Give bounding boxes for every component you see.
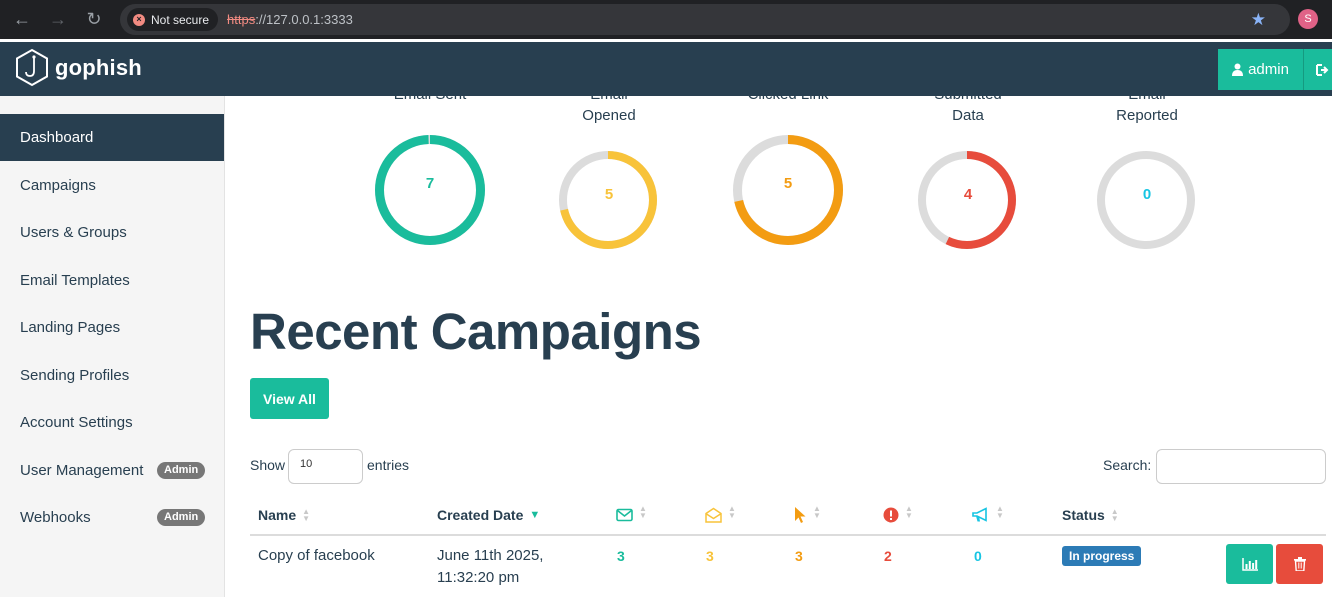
sidebar-item-dashboard[interactable]: Dashboard	[0, 114, 224, 161]
column-header-reported[interactable]: ▲ ▼	[972, 505, 1004, 523]
clicked-count: 3	[795, 548, 803, 564]
column-header-sent[interactable]: ▲ ▼	[616, 505, 647, 522]
reload-icon[interactable]: ↻	[76, 0, 112, 39]
stat-value-email-sent: 7	[425, 175, 435, 192]
admin-badge: Admin	[157, 509, 206, 526]
trash-icon	[1293, 557, 1306, 571]
sidebar-item-label: Users & Groups	[20, 224, 127, 241]
sidebar-item-account-settings[interactable]: Account Settings	[0, 399, 224, 446]
table-header-divider	[250, 534, 1326, 536]
security-label: Not secure	[151, 12, 210, 27]
sort-icon: ▲ ▼	[996, 504, 1004, 520]
delete-campaign-button[interactable]	[1276, 544, 1323, 584]
sort-icon: ▲ ▼	[302, 507, 311, 523]
column-header-clicked[interactable]: ▲ ▼	[793, 505, 821, 524]
stat-value-clicked-link: 5	[783, 175, 793, 192]
stat-value-email-reported: 0	[1142, 186, 1152, 203]
search-label: Search:	[1103, 457, 1152, 473]
security-chip[interactable]: × Not secure	[127, 8, 219, 31]
sort-icon: ▲ ▼	[905, 504, 913, 520]
status-badge: In progress	[1062, 546, 1142, 566]
sort-icon: ▲ ▼	[728, 504, 736, 520]
sort-desc-icon: ▼	[529, 508, 541, 521]
user-icon	[1232, 63, 1244, 76]
view-results-button[interactable]	[1226, 544, 1273, 584]
url-protocol: https	[227, 12, 256, 27]
reported-count: 0	[974, 548, 982, 564]
user-label: admin	[1248, 61, 1289, 78]
bullhorn-icon	[972, 507, 987, 522]
url-text[interactable]: https://127.0.0.1:3333	[227, 12, 353, 27]
sidebar-item-label: Campaigns	[20, 177, 96, 194]
sidebar-item-landing-pages[interactable]: Landing Pages	[0, 304, 224, 351]
show-label: Show	[250, 457, 286, 473]
hook-logo-icon	[16, 48, 48, 87]
stat-value-email-opened: 5	[604, 186, 614, 203]
opened-count: 3	[706, 548, 714, 564]
not-secure-icon: ×	[133, 13, 145, 26]
search-input[interactable]	[1156, 449, 1326, 484]
stat-value-submitted-data: 4	[963, 186, 973, 203]
brand-logo[interactable]: gophish	[14, 47, 142, 89]
forward-icon[interactable]: →	[40, 0, 76, 39]
sidebar-item-label: Landing Pages	[20, 319, 121, 336]
entries-label: entries	[367, 457, 410, 473]
bookmark-star-icon[interactable]: ★	[1251, 10, 1266, 30]
entries-select[interactable]: 10	[288, 449, 363, 484]
column-header-created-date[interactable]: Created Date ▼	[437, 507, 540, 523]
user-menu-button[interactable]: admin	[1218, 49, 1304, 90]
sidebar-item-webhooks[interactable]: Webhooks Admin	[0, 494, 224, 541]
brand-name: gophish	[55, 55, 142, 80]
logout-button[interactable]	[1304, 49, 1332, 90]
app-navbar: gophish admin	[0, 42, 1332, 96]
bar-chart-icon	[1241, 557, 1258, 571]
sort-icon: ▲ ▼	[813, 504, 821, 520]
column-header-opened[interactable]: ▲ ▼	[705, 505, 736, 523]
sidebar-item-label: Dashboard	[20, 129, 94, 146]
admin-badge: Admin	[157, 462, 206, 479]
sidebar-item-sending-profiles[interactable]: Sending Profiles	[0, 352, 224, 399]
sidebar-item-label: Email Templates	[20, 272, 130, 289]
column-header-submitted[interactable]: ▲ ▼	[883, 505, 913, 523]
envelope-open-icon	[705, 507, 722, 523]
pointer-icon	[795, 507, 806, 523]
sort-icon: ▲ ▼	[1110, 507, 1119, 523]
page-title: Recent Campaigns	[250, 303, 702, 360]
envelope-icon	[616, 508, 633, 522]
sidebar-item-label: Account Settings	[20, 414, 133, 431]
profile-avatar[interactable]: S	[1298, 9, 1318, 29]
campaign-name[interactable]: Copy of facebook	[258, 545, 375, 567]
column-header-name[interactable]: Name ▲ ▼	[258, 507, 310, 523]
sidebar-item-user-management[interactable]: User Management Admin	[0, 447, 224, 494]
address-bar[interactable]: × Not secure https://127.0.0.1:3333 ★	[120, 4, 1290, 35]
back-icon[interactable]: ←	[4, 0, 40, 39]
sent-count: 3	[617, 548, 625, 564]
sidebar-item-label: User Management	[20, 462, 144, 479]
url-host: ://127.0.0.1:3333	[255, 12, 353, 27]
campaign-created-date: June 11th 2025, 11:32:20 pm	[437, 547, 544, 586]
sign-out-icon	[1316, 63, 1329, 76]
browser-toolbar: ← → ↻ × Not secure https://127.0.0.1:333…	[0, 0, 1332, 39]
sidebar-item-users-groups[interactable]: Users & Groups	[0, 209, 224, 256]
view-all-button[interactable]: View All	[250, 378, 329, 419]
submitted-count: 2	[884, 548, 892, 564]
sidebar: Dashboard Campaigns Users & Groups Email…	[0, 96, 225, 597]
exclamation-circle-icon	[883, 507, 899, 523]
sort-icon: ▲ ▼	[639, 504, 647, 520]
column-header-status[interactable]: Status ▲ ▼	[1062, 507, 1119, 523]
sidebar-item-label: Sending Profiles	[20, 367, 130, 384]
sidebar-item-campaigns[interactable]: Campaigns	[0, 162, 224, 209]
sidebar-item-email-templates[interactable]: Email Templates	[0, 257, 224, 304]
sidebar-item-label: Webhooks	[20, 509, 91, 526]
